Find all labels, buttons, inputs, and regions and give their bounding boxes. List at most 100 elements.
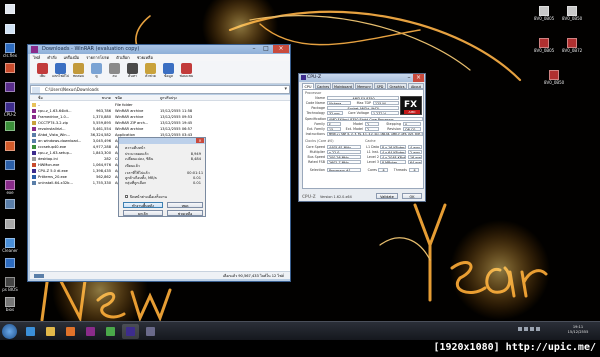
desktop-icon[interactable] (0, 23, 20, 34)
desktop-icon[interactable]: cls.flex (0, 43, 20, 58)
dialog-row: ลูกค้าเกือบทั้ง, MB/s 0.01 (125, 176, 201, 180)
column-header-type[interactable]: ชนิด (115, 95, 155, 101)
desktop-icon[interactable]: ps BIOS (0, 277, 20, 292)
processor-group-label: Processor (305, 91, 322, 95)
chevron-down-icon[interactable]: ▾ (284, 86, 287, 92)
toolbar-button-wizard[interactable]: ตัวช่วย (142, 63, 159, 79)
close-button[interactable]: × (273, 45, 289, 53)
taskbar-ie-button[interactable] (22, 324, 39, 339)
desktop-icon[interactable]: exe (0, 179, 20, 195)
validate-button[interactable]: Validate (376, 193, 398, 199)
taskbar-explorer-button[interactable] (42, 324, 59, 339)
tray-arrow-icon[interactable] (518, 327, 522, 331)
desktop-icon[interactable] (0, 4, 20, 14)
cpuz-footer: CPU-Z Version 1.62.0.x64 Validate OK (302, 191, 424, 201)
desktop-icon-glyph (5, 238, 15, 248)
toolbar-button-extract[interactable]: แตกไฟล์ไปยัง (52, 63, 69, 79)
flag-icon[interactable] (536, 327, 540, 331)
taskbar-chrome-button[interactable] (102, 324, 119, 339)
volume-icon[interactable] (530, 327, 534, 331)
desktop-icon[interactable]: 8V0_0B50 (562, 6, 582, 21)
menu-file[interactable]: ไฟล์ (33, 55, 40, 60)
taskbar-app-button[interactable] (142, 324, 159, 339)
desktop-icon[interactable]: bios (0, 296, 20, 312)
help-button[interactable]: ช่วยเหลือ (167, 210, 203, 216)
winrar-titlebar[interactable]: Downloads - WinRAR (evaluation copy) – □… (28, 45, 290, 54)
menu-favorites[interactable]: รายการโปรด (86, 55, 109, 60)
column-header-size[interactable]: ขนาด (85, 95, 111, 101)
minimize-button[interactable]: – (248, 45, 260, 53)
file-icon (32, 139, 36, 143)
close-when-done-label: ปิดหน้าต่างเมื่อเสร็จงาน (130, 195, 168, 199)
cancel-button[interactable]: ยกเลิก (123, 210, 163, 216)
desktop-icon[interactable]: 8V0_0B50 (544, 70, 564, 85)
cpuz-titlebar[interactable]: CPU-Z – × (299, 74, 425, 82)
desktop-icon[interactable] (0, 218, 20, 229)
menu-commands[interactable]: คำสั่ง (47, 55, 56, 60)
selection-dropdown[interactable]: Processor #1 (327, 168, 361, 172)
column-header-modified[interactable]: ถูกปรับปรุง (160, 95, 200, 101)
desktop-icon[interactable] (0, 199, 20, 209)
folder-up-button[interactable] (32, 87, 40, 93)
desktop-icon-glyph (5, 43, 15, 53)
pause-button[interactable]: หยุด (167, 202, 203, 208)
taskbar-winrar-button[interactable] (82, 324, 99, 339)
dialog-row-value: 0.01 (192, 176, 201, 180)
desktop-icon-label: 8V0_0B72 (562, 48, 582, 53)
menu-help[interactable]: ช่วยเหลือ (137, 55, 153, 60)
desktop-icon[interactable] (0, 160, 20, 170)
toolbar-button-label: เพิ่ม (39, 74, 46, 78)
instructions-value: MMX(+), SSE (1, 2, 3, 3S, 4.1, 4.2, 4A),… (327, 132, 423, 136)
cpuz-window[interactable]: CPU-Z – × CPU Caches Mainboard Memory SPD Gra… (298, 73, 426, 202)
multiplier-value: x 22.0 (327, 150, 361, 154)
toolbar-button-delete[interactable]: ลบ (106, 63, 123, 79)
desktop-icon-glyph (5, 199, 15, 209)
desktop-icon[interactable]: CPU-Z (0, 101, 20, 117)
dialog-row-label: กลุ่มที่ถูกเลือก (125, 181, 147, 185)
toolbar-button-label: ค้นหา (127, 74, 137, 78)
dialog-titlebar[interactable]: × (119, 138, 205, 144)
toolbar-button-view[interactable]: ดู (88, 63, 105, 79)
desktop-icon[interactable] (0, 257, 20, 268)
rated-fsb-value: 2602.7 MHz (327, 160, 361, 164)
dialog-row-value: 8,484 (190, 157, 201, 161)
file-icon (32, 115, 36, 119)
desktop-icon-glyph (539, 6, 549, 16)
desktop-icon[interactable] (0, 82, 20, 92)
desktop-icon[interactable] (0, 62, 20, 73)
l1i-way: 2-way (408, 150, 422, 154)
ok-button[interactable]: OK (402, 193, 422, 199)
cpuz-minimize-button[interactable]: – (405, 74, 413, 82)
desktop-icon[interactable] (0, 140, 20, 151)
dialog-row: เขียนแล้ว (125, 164, 140, 168)
desktop-icon[interactable]: Cleaner (0, 238, 20, 253)
archive-progress-dialog[interactable]: × ความคืบหน้า ประมวลผลแล้ว 8,949 เปลี่ยนแปล… (118, 137, 206, 217)
toolbar-button-repair[interactable]: ซ่อมแซม (178, 63, 195, 79)
toolbar-button-find[interactable]: ค้นหา (124, 63, 141, 79)
address-bar[interactable]: C:\Users\Nexus\Downloads ▾ (30, 85, 290, 94)
network-icon[interactable] (524, 327, 528, 331)
start-button[interactable] (2, 324, 17, 339)
desktop-icon[interactable]: 8V0_0B05 (534, 38, 554, 53)
menu-tools[interactable]: เครื่องมือ (64, 55, 80, 60)
toolbar-button-add[interactable]: เพิ่ม (34, 63, 51, 79)
taskbar-clock[interactable]: 19:11 15/12/2555 (562, 325, 594, 335)
background-button[interactable]: ทำงานพื้นหลัง (123, 202, 163, 208)
taskbar-media-player-button[interactable] (62, 324, 79, 339)
desktop-icon[interactable]: 8V0_0B05 (534, 6, 554, 21)
dialog-close-button[interactable]: × (196, 138, 204, 143)
maximize-button[interactable]: □ (260, 45, 272, 53)
file-icon (32, 121, 36, 125)
toolbar-button-test[interactable]: ทดสอบ (70, 63, 87, 79)
menu-options[interactable]: ตัวเลือก (116, 55, 130, 60)
close-when-done-checkbox[interactable] (125, 195, 128, 198)
desktop-icon[interactable] (0, 121, 20, 131)
cpuz-close-button[interactable]: × (413, 74, 424, 82)
desktop-icon-glyph (5, 101, 15, 112)
dialog-row-label: เปลี่ยนแปลง, ซิลิน (125, 157, 154, 161)
column-header-name[interactable]: ชื่อ (38, 95, 78, 101)
toolbar-button-info[interactable]: ข้อมูล (160, 63, 177, 79)
winrar-toolbar: เพิ่ม แตกไฟล์ไปยังทดสอบ ดู ลบ ค้นหา ตัวช่วย ข้… (30, 61, 290, 84)
taskbar-cpuz-button[interactable] (122, 324, 139, 339)
desktop-icon[interactable]: 8V0_0B72 (562, 38, 582, 53)
